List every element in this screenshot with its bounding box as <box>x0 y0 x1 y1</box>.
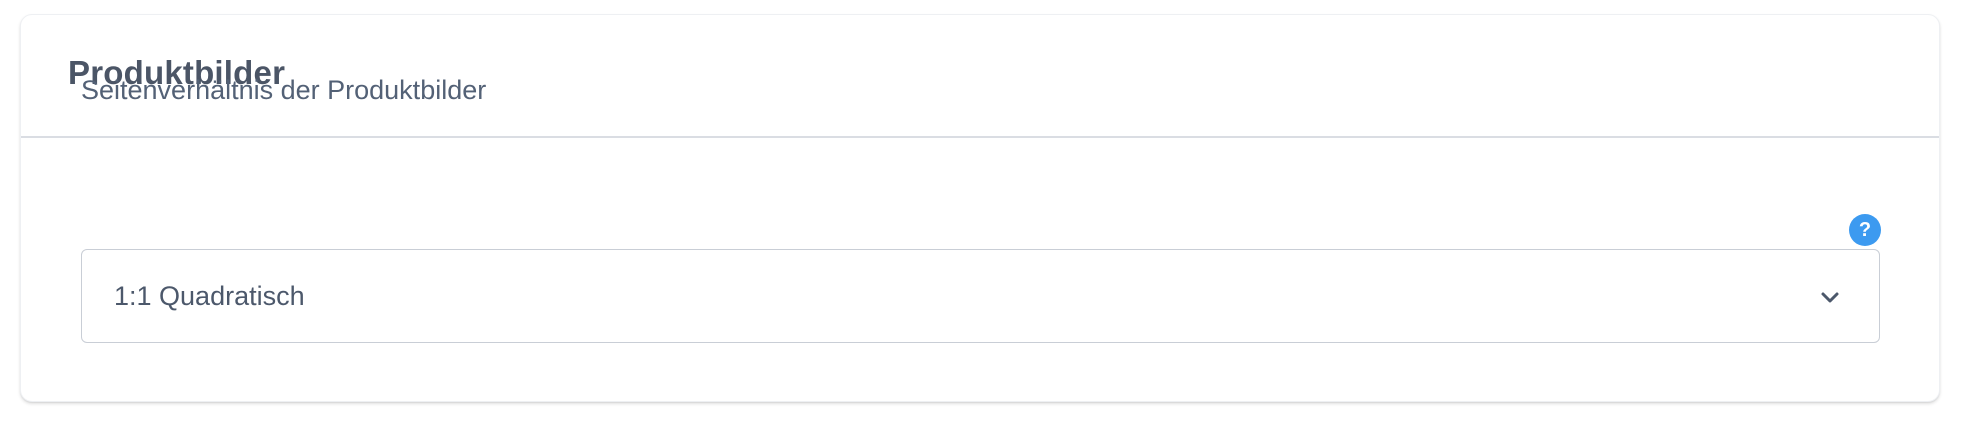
question-circle-icon[interactable]: ? <box>1849 214 1881 246</box>
chevron-down-icon <box>1821 292 1839 303</box>
product-images-card: Produktbilder Seitenverhältnis der Produ… <box>20 14 1940 402</box>
aspect-ratio-select[interactable]: 1:1 Quadratisch <box>81 249 1880 343</box>
aspect-ratio-label: Seitenverhältnis der Produktbilder <box>81 75 487 105</box>
aspect-ratio-select-value: 1:1 Quadratisch <box>114 280 305 311</box>
